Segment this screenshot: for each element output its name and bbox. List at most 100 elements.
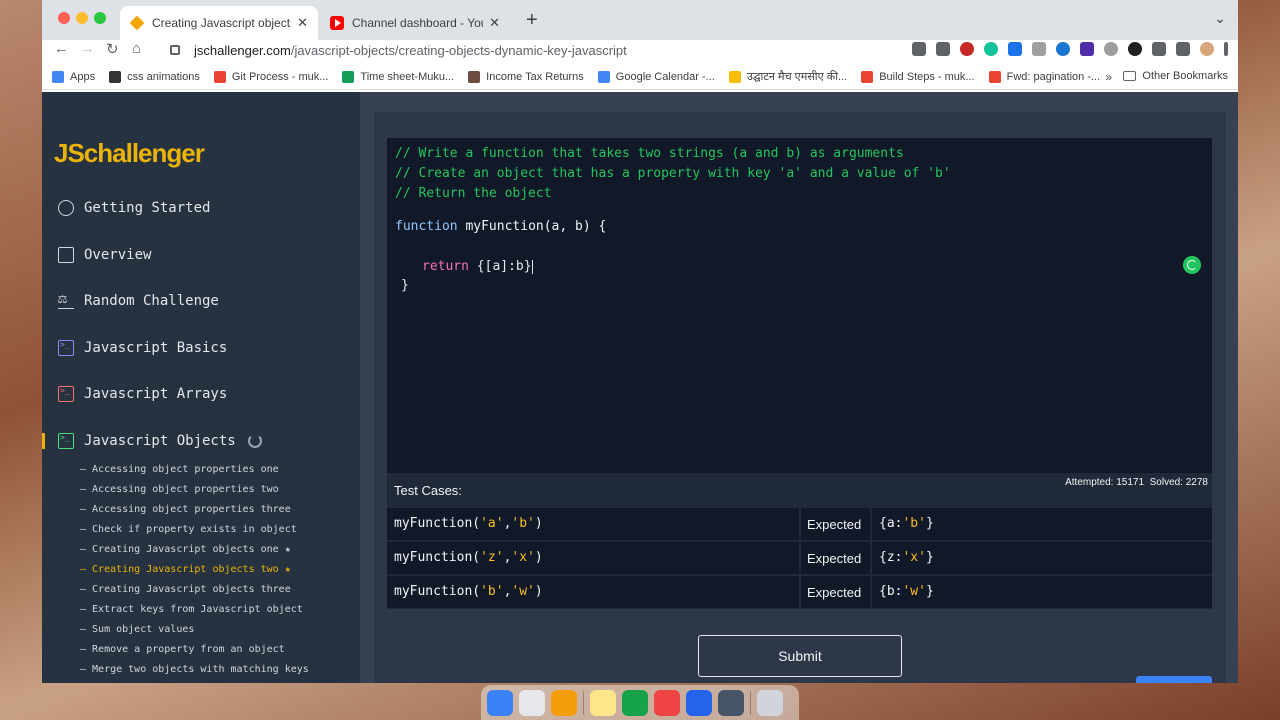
reload-icon[interactable]: ↻	[106, 40, 119, 58]
zoom-window-button[interactable]	[94, 12, 106, 24]
extension-icons	[912, 42, 1228, 56]
tab-jschallenger[interactable]: Creating Javascript objects two ✕	[120, 6, 318, 40]
tab-title: Creating Javascript objects two	[152, 16, 291, 30]
sidebar-item-random-challenge[interactable]: Random Challenge	[58, 289, 219, 313]
other-bookmarks-label: Other Bookmarks	[1142, 70, 1228, 82]
grammarly-icon[interactable]	[984, 42, 998, 56]
finder-icon[interactable]	[487, 689, 513, 716]
side-panel-icon[interactable]	[1176, 42, 1190, 56]
sub-item-creating-one[interactable]: – Creating Javascript objects one ★	[80, 544, 291, 555]
dock-divider	[750, 690, 751, 715]
active-indicator	[42, 433, 45, 449]
page-content: JSchallenger Getting Started Overview Ra…	[42, 92, 1238, 683]
sub-item-accessing-one[interactable]: – Accessing object properties one	[80, 464, 279, 475]
expected-str: 'w'	[902, 584, 926, 599]
more-bookmarks-chevron-icon[interactable]: »	[1105, 70, 1112, 84]
launchpad-icon[interactable]	[519, 689, 545, 716]
extension-gray-icon[interactable]	[1032, 42, 1046, 56]
divider	[870, 576, 872, 609]
sidebar-item-javascript-basics[interactable]: Javascript Basics	[58, 336, 227, 360]
tab-youtube[interactable]: Channel dashboard - YouTube ✕	[320, 6, 510, 40]
sub-item-merge-objects[interactable]: – Merge two objects with matching keys	[80, 664, 309, 675]
test-fn: myFunction(	[394, 516, 481, 531]
sidebar-item-overview[interactable]: Overview	[58, 243, 151, 267]
notes-icon[interactable]	[590, 689, 616, 716]
sidebar-item-label: Overview	[84, 247, 152, 263]
sub-item-extract-keys[interactable]: – Extract keys from Javascript object	[80, 604, 303, 615]
extension-dark-icon[interactable]	[1128, 42, 1142, 56]
code-editor[interactable]: // Write a function that takes two strin…	[387, 138, 1212, 473]
apps-grid-icon	[52, 70, 64, 83]
text-cursor	[531, 259, 533, 274]
close-tab-icon[interactable]: ✕	[297, 15, 308, 31]
submit-button[interactable]: Submit	[698, 635, 902, 677]
tab-search-chevron-icon[interactable]: ⌄	[1214, 10, 1226, 27]
divider	[799, 508, 801, 541]
bookmark-item[interactable]: उद्घाटन मैच एमसीए की...	[728, 69, 847, 84]
sub-item-sum-values[interactable]: – Sum object values	[80, 624, 194, 635]
sub-item-check-property[interactable]: – Check if property exists in object	[80, 524, 297, 535]
test-paren: )	[534, 516, 543, 531]
status-indicator-icon[interactable]	[1183, 256, 1201, 274]
extension-red-icon[interactable]	[960, 42, 974, 56]
new-tab-icon[interactable]: +	[526, 9, 538, 32]
sub-item-creating-two[interactable]: – Creating Javascript objects two ★	[80, 564, 291, 575]
bookmark-item[interactable]: Time sheet-Muku...	[342, 70, 454, 83]
puzzle-icon[interactable]	[1152, 42, 1166, 56]
forward-arrow-icon[interactable]: →	[80, 40, 95, 57]
expected-value: {z:'x'}	[879, 550, 934, 565]
jschallenger-favicon-icon	[129, 15, 145, 31]
sidebar-item-javascript-arrays[interactable]: Javascript Arrays	[58, 382, 227, 406]
bookmark-item[interactable]: Build Steps - muk...	[861, 70, 975, 83]
partial-blue-button[interactable]	[1136, 676, 1212, 683]
code-closing-brace: }	[401, 278, 409, 293]
bookmark-item[interactable]: css animations	[109, 70, 200, 83]
sub-item-accessing-two[interactable]: – Accessing object properties two	[80, 484, 279, 495]
excel-icon[interactable]	[622, 689, 648, 716]
sub-item-accessing-three[interactable]: – Accessing object properties three	[80, 504, 291, 515]
extension-cyan-icon[interactable]	[1056, 42, 1070, 56]
calendar-icon	[597, 70, 610, 83]
trash-icon[interactable]	[757, 689, 783, 716]
expected-str: 'x'	[902, 550, 926, 565]
extension-blue-icon[interactable]	[1008, 42, 1022, 56]
gmail-icon	[213, 70, 226, 83]
other-bookmarks[interactable]: Other Bookmarks	[1123, 70, 1228, 82]
sidebar-item-label: Javascript Arrays	[84, 386, 228, 402]
avatar[interactable]	[1200, 42, 1214, 56]
bookmark-item[interactable]: Income Tax Returns	[468, 70, 584, 83]
shield-icon[interactable]	[1104, 42, 1118, 56]
sidebar-item-javascript-objects[interactable]: Javascript Objects	[58, 429, 262, 453]
extension-purple-icon[interactable]	[1080, 42, 1094, 56]
quicktime-icon[interactable]	[718, 689, 744, 716]
kebab-menu-icon[interactable]	[1224, 42, 1228, 56]
test-cases-panel: Test Cases: Attempted: 15171 Solved: 227…	[387, 473, 1212, 609]
photos-icon[interactable]	[551, 689, 577, 716]
home-icon[interactable]: ⌂	[132, 40, 141, 57]
expected-open: {a:	[879, 516, 903, 531]
address-bar[interactable]: jschallenger.com/javascript-objects/crea…	[158, 36, 878, 64]
close-window-button[interactable]	[58, 12, 70, 24]
bookmark-label: Income Tax Returns	[486, 70, 584, 83]
sub-item-creating-three[interactable]: – Creating Javascript objects three	[80, 584, 291, 595]
chrome-icon[interactable]	[654, 689, 680, 716]
dock-divider	[583, 690, 584, 715]
share-icon[interactable]	[912, 42, 926, 56]
minimize-window-button[interactable]	[76, 12, 88, 24]
function-signature: myFunction(a, b) {	[457, 219, 607, 234]
bookmark-item[interactable]: Google Calendar -...	[597, 70, 715, 83]
macos-dock	[481, 685, 799, 720]
sub-item-remove-property[interactable]: – Remove a property from an object	[80, 644, 285, 655]
bookmark-item[interactable]: Fwd: pagination -...	[988, 70, 1100, 83]
bookmark-star-icon[interactable]	[936, 42, 950, 56]
function-keyword: function	[395, 219, 458, 234]
close-tab-icon[interactable]: ✕	[489, 15, 500, 31]
code-return-line: return {[a]:b}	[422, 259, 533, 274]
sidebar-item-getting-started[interactable]: Getting Started	[58, 196, 210, 220]
sidebar-item-label: Getting Started	[84, 200, 211, 216]
bookmark-apps[interactable]: Apps	[52, 70, 95, 83]
vscode-icon[interactable]	[686, 689, 712, 716]
bookmark-item[interactable]: Git Process - muk...	[213, 70, 328, 83]
jschallenger-logo[interactable]: JSchallenger	[54, 138, 205, 169]
back-arrow-icon[interactable]: ←	[54, 40, 69, 57]
